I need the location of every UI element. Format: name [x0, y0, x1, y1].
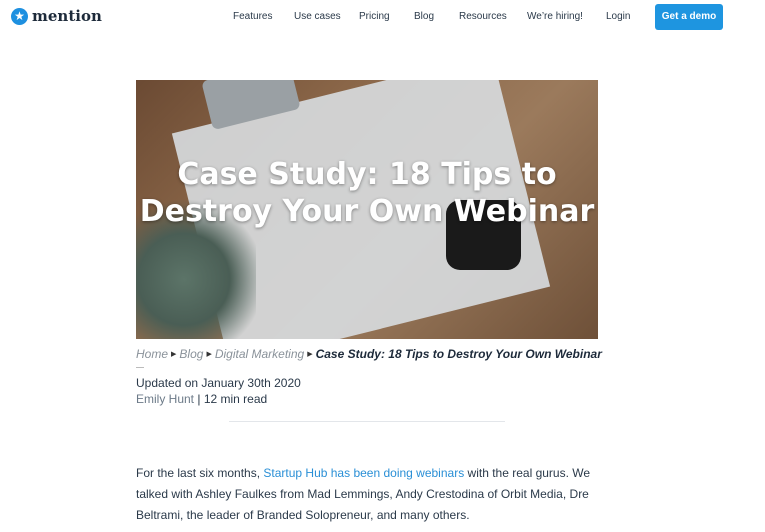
breadcrumb-current: Case Study: 18 Tips to Destroy Your Own …	[315, 347, 602, 361]
updated-date: Updated on January 30th 2020	[136, 376, 301, 390]
nav-blog[interactable]: Blog	[414, 11, 434, 22]
caret-right-icon: ▶	[171, 351, 177, 358]
author-link[interactable]: Emily Hunt	[136, 392, 194, 406]
top-nav: ★ mention Features Use cases Pricing Blo…	[0, 0, 765, 34]
logo[interactable]: ★ mention	[11, 7, 102, 25]
startup-hub-link[interactable]: Startup Hub has been doing webinars	[263, 466, 464, 480]
read-time: 12 min read	[203, 392, 268, 406]
separator: |	[194, 392, 204, 406]
nav-features[interactable]: Features	[233, 11, 272, 22]
logo-text: mention	[32, 7, 102, 25]
get-a-demo-button[interactable]: Get a demo	[655, 4, 723, 30]
star-icon: ★	[11, 7, 28, 25]
nav-resources[interactable]: Resources	[459, 11, 507, 22]
caret-right-icon: ▶	[307, 351, 313, 358]
hero-title: Case Study: 18 Tips to Destroy Your Own …	[139, 157, 595, 229]
nav-login[interactable]: Login	[606, 11, 630, 22]
article-paragraph: For the last six months, Startup Hub has…	[136, 463, 606, 526]
breadcrumb-blog[interactable]: Blog	[179, 347, 203, 361]
caret-right-icon: ▶	[206, 351, 212, 358]
nav-use-cases[interactable]: Use cases	[294, 11, 341, 22]
nav-pricing[interactable]: Pricing	[359, 11, 390, 22]
divider	[229, 421, 505, 422]
divider	[136, 367, 144, 368]
breadcrumb-home[interactable]: Home	[136, 347, 168, 361]
hero-image: Case Study: 18 Tips to Destroy Your Own …	[136, 80, 598, 339]
breadcrumb: Home ▶ Blog ▶ Digital Marketing ▶ Case Study: …	[136, 347, 602, 361]
breadcrumb-digital-marketing[interactable]: Digital Marketing	[215, 347, 304, 361]
text: For the last six months,	[136, 466, 264, 480]
author-line: Emily Hunt | 12 min read	[136, 392, 267, 406]
nav-hiring[interactable]: We’re hiring!	[527, 11, 583, 22]
